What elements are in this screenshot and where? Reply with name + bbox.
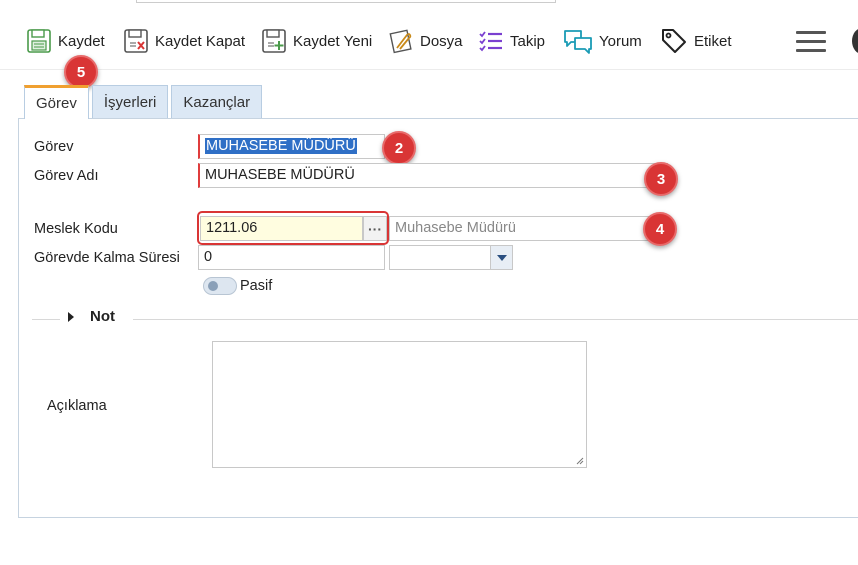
avatar[interactable]	[852, 28, 858, 54]
tag-icon	[662, 29, 686, 53]
kalma-suresi-unit-select[interactable]	[389, 245, 513, 270]
save-new-button[interactable]: Kaydet Yeni	[261, 26, 372, 56]
save-close-button[interactable]: Kaydet Kapat	[123, 26, 245, 56]
kalma-suresi-input[interactable]: 0	[198, 245, 385, 270]
step-badge-2: 2	[382, 131, 416, 165]
aciklama-textarea[interactable]	[212, 341, 587, 468]
aciklama-label: Açıklama	[47, 398, 107, 414]
highlight-box	[197, 211, 389, 245]
checklist-icon	[479, 31, 502, 52]
note-section-header[interactable]: Not	[68, 308, 115, 325]
section-divider-left	[32, 319, 60, 320]
meslek-kodu-label: Meslek Kodu	[34, 221, 118, 237]
step-badge-3: 3	[644, 162, 678, 196]
gorev-adi-value: MUHASEBE MÜDÜRÜ	[205, 167, 355, 183]
gorev-input[interactable]: MUHASEBE MÜDÜRÜ	[198, 134, 385, 159]
save-button[interactable]: Kaydet	[26, 26, 105, 56]
save-close-label: Kaydet Kapat	[155, 32, 246, 50]
gorev-adi-label: Görev Adı	[34, 168, 99, 184]
kalma-suresi-value: 0	[204, 249, 213, 265]
file-label: Dosya	[420, 32, 463, 50]
step-badge-5: 5	[64, 55, 98, 89]
tab-isyerleri[interactable]: İşyerleri	[91, 85, 169, 118]
save-new-label: Kaydet Yeni	[293, 32, 373, 50]
toolbar: Kaydet Kaydet Kapat Kaydet Yeni Dosya Ta…	[0, 0, 858, 70]
gorev-adi-input[interactable]: MUHASEBE MÜDÜRÜ	[198, 163, 668, 188]
attachment-icon	[389, 29, 412, 54]
caret-right-icon	[68, 311, 74, 322]
meslek-adi-placeholder: Muhasebe Müdürü	[395, 220, 516, 236]
save-close-icon	[124, 29, 148, 53]
page: Kaydet Kaydet Kapat Kaydet Yeni Dosya Ta…	[0, 0, 858, 565]
tab-bar: Görev İşyerleri Kazançlar	[24, 85, 263, 119]
tab-kazanclar[interactable]: Kazançlar	[171, 85, 263, 118]
save-icon	[27, 29, 51, 53]
pasif-toggle[interactable]	[203, 277, 237, 295]
menu-icon[interactable]	[796, 31, 826, 53]
follow-label: Takip	[510, 32, 546, 50]
tag-label: Etiket	[694, 32, 732, 50]
follow-button[interactable]: Takip	[478, 26, 545, 56]
file-button[interactable]: Dosya	[388, 26, 463, 56]
kalma-suresi-label: Görevde Kalma Süresi	[34, 250, 180, 266]
top-divider	[136, 0, 556, 3]
section-divider-right	[133, 319, 858, 320]
pasif-label: Pasif	[240, 278, 273, 294]
comment-button[interactable]: Yorum	[563, 26, 642, 56]
note-section-title: Not	[90, 308, 115, 325]
comment-label: Yorum	[599, 32, 642, 50]
meslek-adi-input[interactable]: Muhasebe Müdürü	[389, 216, 668, 241]
step-badge-4: 4	[643, 212, 677, 246]
save-label: Kaydet	[58, 32, 105, 50]
resize-handle-icon[interactable]	[576, 457, 584, 465]
comment-icon	[564, 30, 592, 54]
gorev-value: MUHASEBE MÜDÜRÜ	[205, 138, 357, 154]
tab-gorev[interactable]: Görev	[24, 85, 89, 119]
tag-button[interactable]: Etiket	[660, 26, 732, 56]
save-new-icon	[262, 29, 286, 53]
dropdown-arrow-icon[interactable]	[490, 246, 512, 269]
gorev-label: Görev	[34, 139, 74, 155]
